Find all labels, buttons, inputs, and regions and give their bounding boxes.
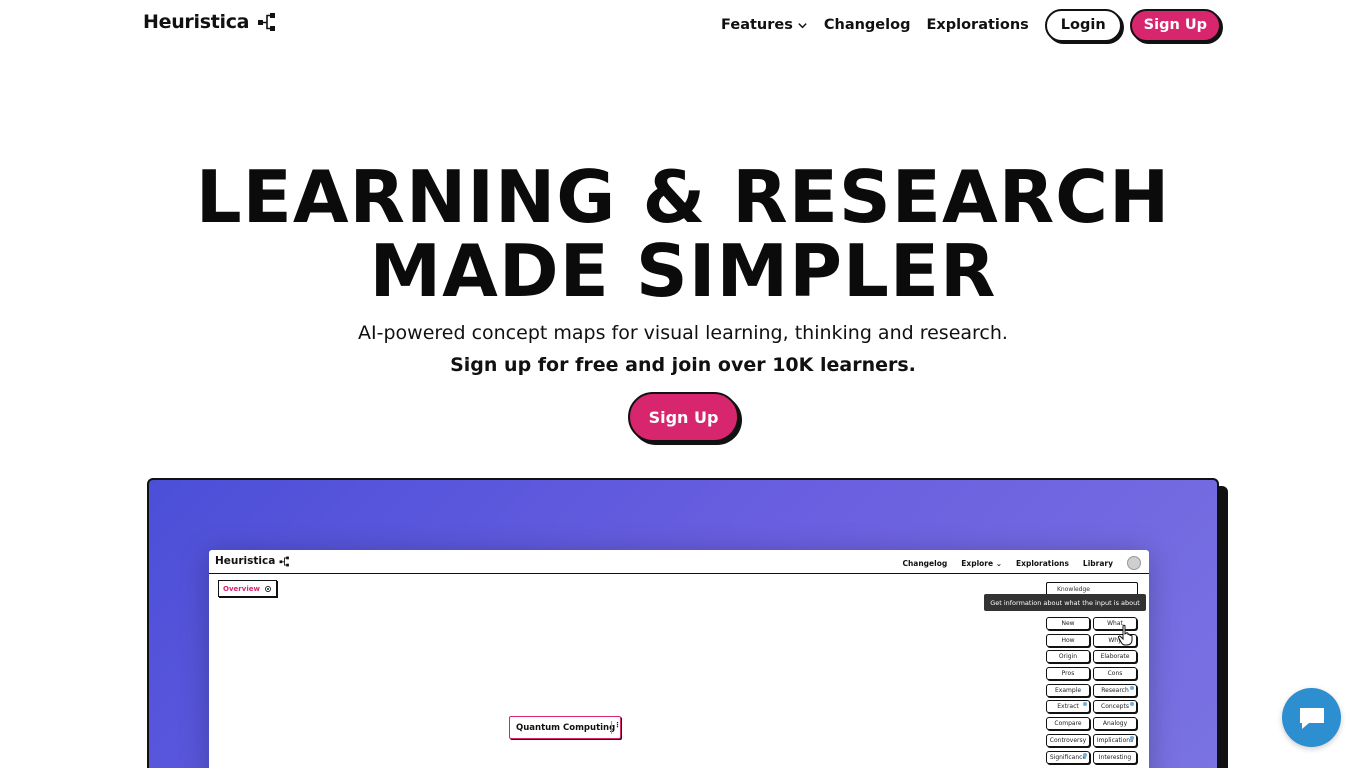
app-preview-window: Heuristica Changelog Explore ⌄ Explorati… [209,550,1149,768]
app-preview-action-elaborate: Elaborate [1093,650,1137,664]
app-preview-action-compare: Compare [1046,717,1090,731]
app-preview-logo: Heuristica [215,555,290,567]
hero-subtitle: AI-powered concept maps for visual learn… [358,322,1008,344]
app-preview-tooltip: Get information about what the input is … [984,594,1146,611]
top-navbar: Heuristica Features Changelog Exploratio… [0,0,1366,50]
logo-network-icon [258,13,276,31]
hero-title-line1: LEARNING & RESEARCH [195,155,1171,239]
app-preview-action-controversy: Controversy [1046,733,1090,747]
hero-title-line2: MADE SIMPLER [369,229,997,313]
app-preview-nav-explorations: Explorations [1015,558,1069,568]
app-preview-logo-text: Heuristica [215,555,276,567]
app-preview-action-cons: Cons [1093,667,1137,681]
status-dot-icon [1130,702,1134,707]
app-preview-action-research: Research [1093,683,1137,697]
app-preview-action-concepts: Concepts [1093,700,1137,714]
status-dot-icon [1083,752,1087,757]
app-preview-action-label: Significance [1049,753,1087,761]
app-preview-action-interesting: Interesting [1093,750,1137,764]
nav-links: Features Changelog Explorations Login Si… [721,8,1221,42]
app-preview-action-analogy: Analogy [1093,717,1137,731]
app-preview-action-origin: Origin [1046,650,1090,664]
signup-button-nav[interactable]: Sign Up [1129,8,1221,42]
app-preview-action-label: Origin [1058,653,1078,661]
app-preview-action-label: How [1061,636,1075,644]
app-preview-action-label: Pros [1061,670,1075,678]
logo-network-icon [279,556,290,566]
app-preview-nav-library: Library [1082,558,1113,568]
app-preview-action-label: Research [1101,686,1129,694]
app-preview-action-label: New [1061,620,1075,627]
app-preview-nav-explore: Explore ⌄ [961,558,1002,568]
app-preview-overview-button: Overview [218,580,277,597]
more-vertical-icon: ⋮ [611,721,621,734]
app-preview-nav-explore-label: Explore [961,558,994,568]
hand-pointer-icon [1117,624,1133,646]
app-preview-action-label: Analogy [1102,720,1128,728]
chevron-down-icon [798,22,807,28]
hero-subtitle-bold: Sign up for free and join over 10K learn… [450,354,916,376]
status-dot-icon [1130,735,1134,740]
app-showcase: Heuristica Changelog Explore ⌄ Explorati… [147,478,1219,768]
app-preview-action-label: Compare [1054,720,1082,728]
app-preview-action-implications: Implications [1093,733,1137,747]
app-preview-action-label: Concepts [1101,703,1129,711]
hero-signup-button[interactable]: Sign Up [628,392,739,442]
app-preview-action-pros: Pros [1046,667,1090,681]
app-preview-action-label: Implications [1096,736,1134,744]
app-preview-nav-changelog: Changelog [902,558,948,568]
app-preview-action-label: Cons [1107,670,1123,678]
app-preview-node-label: Quantum Computing [516,722,616,733]
app-preview-action-extract: Extract [1046,700,1090,714]
avatar-icon [1127,556,1141,570]
app-preview-action-label: Elaborate [1100,653,1130,661]
app-preview-mode-value: Knowledge [1057,586,1090,593]
app-preview-overview-label: Overview [223,584,260,593]
app-preview-header: Heuristica Changelog Explore ⌄ Explorati… [209,550,1149,574]
status-dot-icon [1130,685,1134,690]
chat-support-button[interactable] [1282,688,1341,747]
app-preview-action-example: Example [1046,683,1090,697]
app-preview-action-label: Interesting [1098,753,1132,761]
nav-features-label: Features [721,17,793,33]
hero-title: LEARNING & RESEARCH MADE SIMPLER [0,160,1366,308]
logo[interactable]: Heuristica [143,11,277,33]
nav-features[interactable]: Features [721,17,808,33]
nav-changelog[interactable]: Changelog [824,17,911,33]
login-button[interactable]: Login [1044,8,1122,42]
nav-explorations[interactable]: Explorations [926,17,1028,33]
app-preview-nav: Changelog Explore ⌄ Explorations Library [902,556,1141,570]
app-preview-action-how: How [1046,633,1090,647]
app-preview-concept-node: Quantum Computing ⋮ [509,716,621,739]
app-preview-action-significance: Significance [1046,750,1090,764]
gear-icon [264,585,271,592]
status-dot-icon [1083,702,1087,707]
logo-text: Heuristica [143,11,250,33]
chat-bubble-icon [1299,707,1324,729]
app-preview-action-new: New [1046,617,1090,630]
app-preview-action-label: Extract [1057,703,1079,711]
app-preview-action-label: Example [1054,686,1082,694]
app-preview-action-label: Controversy [1049,736,1087,744]
